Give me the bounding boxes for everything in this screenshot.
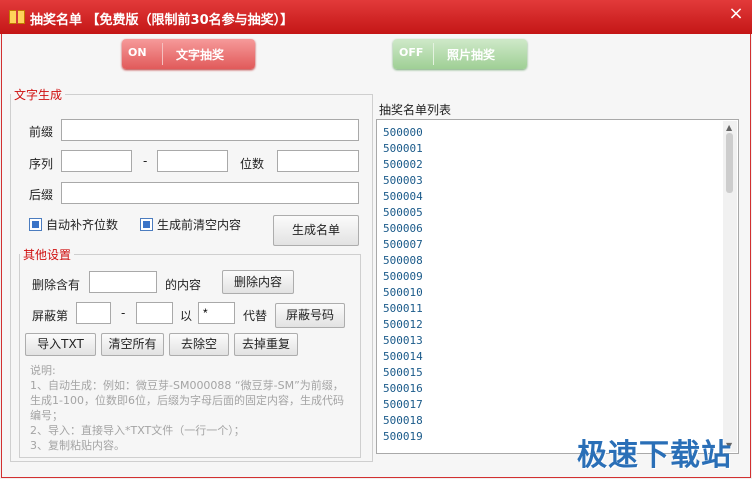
- toggle-divider: [433, 43, 434, 65]
- digits-input[interactable]: [277, 150, 359, 172]
- delete-keyword-input[interactable]: [89, 271, 157, 293]
- mask-char-input[interactable]: [198, 302, 235, 324]
- list-item[interactable]: 500003: [383, 174, 423, 187]
- list-item[interactable]: 500018: [383, 414, 423, 427]
- text-lottery-toggle[interactable]: ON 文字抽奖: [122, 39, 255, 69]
- instructions-title: 说明:: [30, 364, 56, 377]
- digits-label: 位数: [240, 157, 265, 171]
- scrollbar-thumb[interactable]: [726, 133, 733, 193]
- toggle-state-off: OFF: [399, 46, 424, 59]
- list-item[interactable]: 500008: [383, 254, 423, 267]
- gift-icon: [9, 10, 25, 24]
- list-item[interactable]: 500001: [383, 142, 423, 155]
- photo-lottery-label: 照片抽奖: [447, 48, 496, 62]
- remove-empty-button[interactable]: 去除空: [169, 333, 229, 356]
- suffix-input[interactable]: [61, 182, 359, 204]
- list-item[interactable]: 500002: [383, 158, 423, 171]
- list-item[interactable]: 500004: [383, 190, 423, 203]
- list-item[interactable]: 500012: [383, 318, 423, 331]
- instructions-line-1: 1、自动生成：例如：微豆芽-SM000088 “微豆芽-SM”为前缀，生成1-1…: [30, 379, 344, 422]
- text-gen-legend: 文字生成: [14, 88, 63, 102]
- auto-pad-checkbox[interactable]: [29, 218, 42, 231]
- sequence-label: 序列: [29, 157, 54, 171]
- list-item[interactable]: 500010: [383, 286, 423, 299]
- instructions-line-2: 2、导入：直接导入*TXT文件（一行一个）；: [30, 424, 245, 437]
- generate-list-button[interactable]: 生成名单: [273, 215, 359, 246]
- list-item[interactable]: 500016: [383, 382, 423, 395]
- text-lottery-label: 文字抽奖: [176, 48, 225, 62]
- list-item[interactable]: 500005: [383, 206, 423, 219]
- mask-with-label: 以: [180, 309, 193, 323]
- delete-content-suffix-label: 的内容: [165, 278, 202, 292]
- prefix-input[interactable]: [61, 119, 359, 141]
- title-bar: 抽奖名单 【免费版（限制前30名参与抽奖）】 ×: [0, 0, 752, 34]
- window-title: 抽奖名单 【免费版（限制前30名参与抽奖）】: [30, 13, 294, 28]
- other-settings-legend: 其他设置: [23, 248, 72, 262]
- clear-before-checkbox[interactable]: [140, 218, 153, 231]
- instructions-text: 说明: 1、自动生成：例如：微豆芽-SM000088 “微豆芽-SM”为前缀，生…: [30, 363, 352, 453]
- sequence-dash: -: [143, 154, 148, 168]
- sequence-to-input[interactable]: [157, 150, 228, 172]
- list-scrollbar[interactable]: ▲ ▼: [723, 121, 737, 452]
- close-icon[interactable]: ×: [726, 4, 746, 24]
- instructions-line-3: 3、复制粘贴内容。: [30, 439, 125, 452]
- list-item[interactable]: 500019: [383, 430, 423, 443]
- auto-pad-label: 自动补齐位数: [46, 218, 119, 232]
- delete-contains-label: 删除含有: [32, 278, 81, 292]
- list-item[interactable]: 500014: [383, 350, 423, 363]
- prefix-label: 前缀: [29, 125, 54, 139]
- delete-content-button[interactable]: 删除内容: [222, 270, 294, 294]
- mask-dash: -: [121, 306, 126, 320]
- mask-number-button[interactable]: 屏蔽号码: [275, 303, 345, 328]
- remove-duplicates-button[interactable]: 去掉重复: [234, 333, 298, 356]
- list-item[interactable]: 500013: [383, 334, 423, 347]
- photo-lottery-toggle[interactable]: OFF 照片抽奖: [393, 39, 527, 69]
- clear-all-button[interactable]: 清空所有: [101, 333, 164, 356]
- list-item[interactable]: 500017: [383, 398, 423, 411]
- scroll-up-icon[interactable]: ▲: [726, 123, 732, 132]
- watermark-logo: 极速下载站: [577, 438, 732, 473]
- list-item[interactable]: 500000: [383, 126, 423, 139]
- toggle-divider: [162, 43, 163, 65]
- mask-to-input[interactable]: [136, 302, 173, 324]
- list-item[interactable]: 500009: [383, 270, 423, 283]
- mask-replace-label: 代替: [243, 309, 268, 323]
- list-title: 抽奖名单列表: [379, 103, 452, 117]
- list-item[interactable]: 500011: [383, 302, 423, 315]
- sequence-from-input[interactable]: [61, 150, 132, 172]
- mask-from-input[interactable]: [76, 302, 111, 324]
- name-list-box[interactable]: 500000 500001 500002 500003 500004 50000…: [376, 119, 739, 454]
- toggle-state-on: ON: [128, 46, 147, 59]
- clear-before-label: 生成前清空内容: [157, 218, 242, 232]
- mask-position-label: 屏蔽第: [32, 309, 69, 323]
- list-item[interactable]: 500006: [383, 222, 423, 235]
- list-item[interactable]: 500015: [383, 366, 423, 379]
- suffix-label: 后缀: [29, 188, 54, 202]
- import-txt-button[interactable]: 导入TXT: [25, 333, 96, 356]
- list-item[interactable]: 500007: [383, 238, 423, 251]
